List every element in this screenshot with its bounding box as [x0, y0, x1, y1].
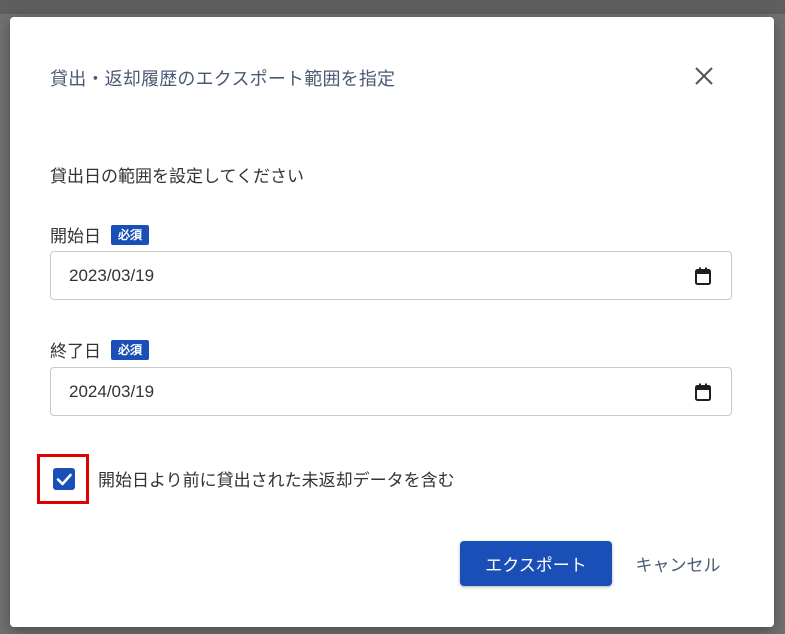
required-badge: 必須 — [111, 224, 150, 245]
close-icon — [695, 67, 713, 85]
export-button[interactable]: エクスポート — [460, 541, 612, 586]
cancel-button[interactable]: キャンセル — [622, 541, 734, 586]
required-badge: 必須 — [111, 339, 150, 360]
include-unreturned-label[interactable]: 開始日より前に貸出された未返却データを含む — [98, 466, 455, 491]
start-date-input[interactable]: 2023/03/19 — [50, 251, 732, 300]
end-date-input[interactable]: 2024/03/19 — [50, 367, 732, 416]
start-date-label-text: 開始日 — [50, 227, 101, 247]
end-date-label-text: 終了日 — [50, 342, 101, 362]
dialog-title: 貸出・返却履歴のエクスポート範囲を指定 — [50, 69, 396, 90]
check-icon — [56, 473, 72, 486]
backdrop-header — [0, 0, 785, 14]
end-date-value: 2024/03/19 — [69, 382, 155, 401]
calendar-icon[interactable] — [695, 267, 711, 285]
export-range-dialog: 貸出・返却履歴のエクスポート範囲を指定 貸出日の範囲を設定してください 開始日 … — [10, 17, 774, 627]
start-date-label: 開始日 必須 — [50, 222, 150, 247]
include-unreturned-checkbox[interactable] — [53, 468, 75, 490]
start-date-value: 2023/03/19 — [69, 266, 155, 285]
end-date-label: 終了日 必須 — [50, 337, 150, 362]
calendar-icon[interactable] — [695, 383, 711, 401]
close-button[interactable] — [690, 62, 718, 90]
dialog-instruction: 貸出日の範囲を設定してください — [50, 167, 304, 187]
